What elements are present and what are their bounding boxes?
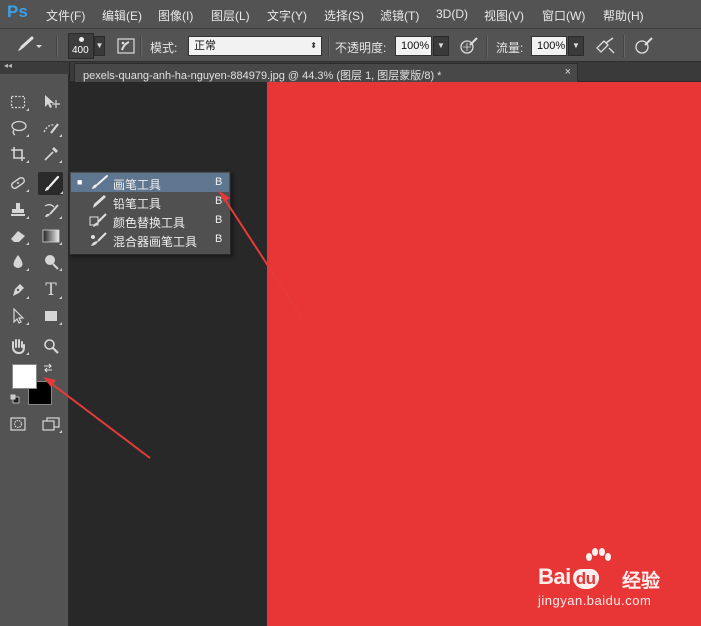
watermark-brand-cn: 经验	[622, 570, 661, 592]
watermark-brand: Bai du	[538, 564, 599, 590]
arrow-to-foreground-color	[43, 377, 151, 459]
watermark-url: jingyan.baidu.com	[538, 593, 652, 608]
arrow-to-flyout	[218, 190, 303, 319]
baidu-jingyan-watermark: Bai du 经验 jingyan.baidu.com	[538, 548, 698, 620]
annotation-arrows	[43, 190, 303, 459]
